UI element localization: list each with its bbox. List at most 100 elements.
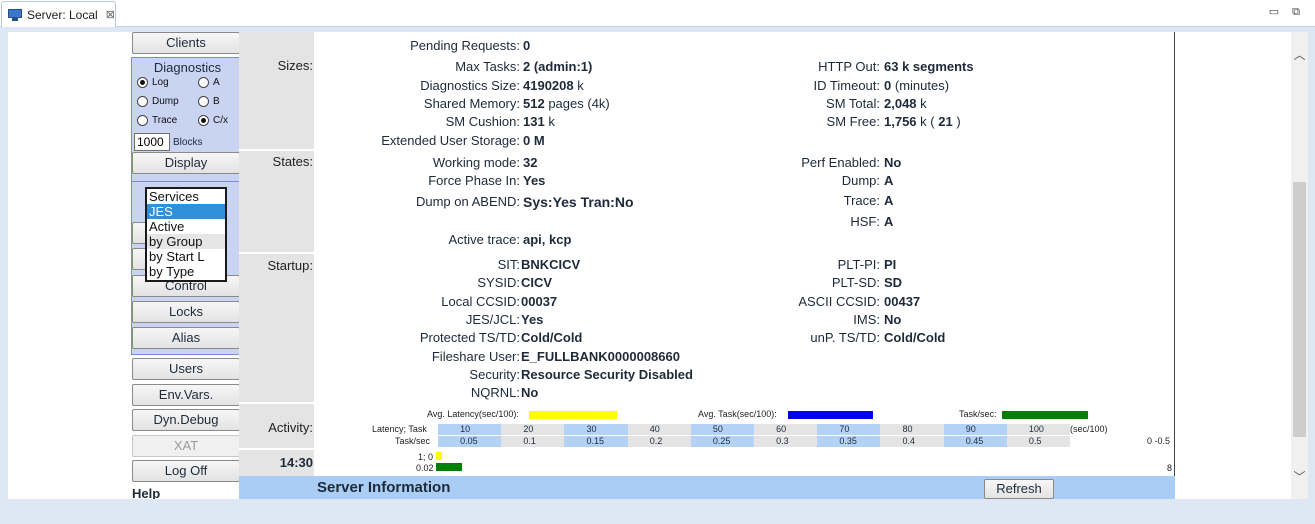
unp-ts-td-label: unP. TS/TD:	[810, 330, 880, 345]
sm-total-label: SM Total:	[826, 96, 880, 111]
diagnostics-size-label: Diagnostics Size:	[420, 78, 520, 93]
locks-button[interactable]: Locks	[132, 301, 240, 323]
shared-memory-value: 512 pages (4k)	[523, 96, 610, 111]
tasksec-range-note: 0 -0.5	[1147, 436, 1171, 446]
list-option-jes[interactable]: JES	[147, 204, 225, 219]
activity-label: Activity:	[268, 420, 313, 435]
latency-scale-tick: 90	[965, 424, 976, 434]
max-tasks-value: 2 (admin:1)	[523, 59, 593, 74]
sysid-value: CICV	[521, 275, 553, 290]
dyn-debug-button[interactable]: Dyn.Debug	[132, 409, 240, 431]
display-button[interactable]: Display	[132, 152, 240, 174]
xat-button: XAT	[132, 435, 240, 457]
radio-trace[interactable]: Trace	[137, 115, 177, 126]
tasksec-scale-tick: 0.5	[1028, 436, 1042, 446]
server-view-tab[interactable]: Server: Local ⊠	[1, 1, 116, 27]
users-button[interactable]: Users	[132, 358, 240, 380]
diagnostics-size-number: 4190208	[523, 78, 574, 93]
sm-total-number: 2,048	[884, 96, 917, 111]
tasksec-scale-tick: 0.1	[523, 436, 536, 446]
plt-pi-label: PLT-PI:	[837, 257, 880, 272]
avg-latency-legend: Avg. Latency(sec/100):	[427, 409, 519, 419]
list-option-active[interactable]: Active	[147, 219, 225, 234]
plt-sd-label: PLT-SD:	[831, 275, 880, 290]
scroll-up-icon[interactable]: ︿	[1291, 46, 1308, 63]
log-off-button[interactable]: Log Off	[132, 460, 240, 482]
sm-total-unit: k	[920, 96, 927, 111]
ims-label: IMS:	[853, 312, 880, 327]
services-listbox[interactable]: Services JES Active by Group by Start L …	[145, 187, 227, 282]
radio-a-label: A	[213, 77, 220, 88]
tasksec-scale-label: Task/sec	[395, 436, 431, 446]
ims-value: No	[884, 312, 902, 327]
tasksec-scale-tick: 0.15	[586, 436, 605, 446]
diagnostics-size-value: 4190208 k	[523, 78, 584, 93]
help-link[interactable]: Help	[132, 486, 160, 499]
list-option-by-start-l[interactable]: by Start L	[147, 249, 225, 264]
sm-free-number: 1,756	[884, 114, 917, 129]
list-option-by-group[interactable]: by Group	[147, 234, 225, 249]
radio-a[interactable]: A	[198, 77, 220, 88]
id-timeout-unit: (minutes)	[894, 78, 950, 93]
sm-free-unit-2: )	[956, 114, 961, 129]
sm-cushion-value: 131 k	[523, 114, 555, 129]
scrollbar-thumb[interactable]	[1293, 182, 1306, 437]
states-label: States:	[272, 154, 313, 169]
sm-cushion-unit: k	[548, 114, 555, 129]
pending-requests-label: Pending Requests:	[410, 38, 520, 53]
tasksec-scale-tick: 0.25	[712, 436, 731, 446]
radio-dump[interactable]: Dump	[137, 96, 179, 107]
minimize-icon[interactable]: ▭	[1266, 5, 1282, 19]
avg-task-legend: Avg. Task(sec/100):	[698, 409, 777, 419]
dump-value: A	[884, 173, 894, 188]
max-tasks-label: Max Tasks:	[455, 59, 520, 74]
blocks-input[interactable]	[134, 133, 170, 151]
section-label-column: Sizes: States: Startup: Activity: 14:30	[239, 32, 314, 499]
latency-scale-tick: 80	[902, 424, 913, 434]
radio-b[interactable]: B	[198, 96, 220, 107]
dump-on-abend-label: Dump on ABEND:	[415, 194, 520, 209]
tasksec-scale-tick: 0.05	[460, 436, 478, 446]
tab-title: Server: Local	[27, 7, 98, 22]
radio-cx-label: C/x	[213, 115, 228, 126]
perf-enabled-value: No	[884, 155, 902, 170]
hsf-label: HSF:	[850, 214, 880, 229]
force-phase-in-label: Force Phase In:	[428, 173, 520, 188]
scroll-down-icon[interactable]: ﹀	[1291, 468, 1308, 485]
latency-scale-label: Latency; Task	[372, 424, 427, 434]
radio-cx[interactable]: C/x	[198, 115, 228, 126]
list-option-services[interactable]: Services	[147, 189, 225, 204]
restore-icon[interactable]: ⧉	[1288, 5, 1304, 19]
section-divider	[239, 448, 314, 450]
dump-label: Dump:	[841, 173, 880, 188]
radio-dump-indicator	[137, 96, 148, 107]
http-out-label: HTTP Out:	[818, 59, 880, 74]
clients-button[interactable]: Clients	[132, 32, 240, 54]
vertical-scrollbar[interactable]: ︿ ﹀	[1291, 32, 1308, 499]
env-vars-button[interactable]: Env.Vars.	[132, 384, 240, 406]
security-label: Security:	[469, 367, 520, 382]
section-divider	[239, 149, 314, 151]
radio-b-label: B	[213, 96, 220, 107]
protected-ts-td-label: Protected TS/TD:	[419, 330, 520, 345]
bottom-strip	[0, 499, 1315, 524]
sizes-label: Sizes:	[277, 58, 313, 73]
perf-enabled-label: Perf Enabled:	[801, 155, 880, 170]
radio-trace-indicator	[137, 115, 148, 126]
alias-button[interactable]: Alias	[132, 327, 240, 349]
close-icon[interactable]: ⊠	[106, 8, 115, 21]
radio-b-indicator	[198, 96, 209, 107]
current-tasksec-label: 0.02	[416, 463, 434, 473]
diagnostics-title: Diagnostics	[153, 60, 222, 75]
task-sec-swatch	[1002, 411, 1088, 419]
latency-scale-tick: 60	[776, 424, 787, 434]
sysid-label: SYSID:	[477, 275, 520, 290]
radio-log[interactable]: Log	[137, 77, 169, 88]
current-latency-label: 1; 0	[418, 452, 434, 462]
list-option-by-type[interactable]: by Type	[147, 264, 225, 279]
refresh-button[interactable]: Refresh	[984, 479, 1054, 499]
force-phase-in-value: Yes	[523, 173, 546, 188]
view-tab-bar: Server: Local ⊠ ▭ ⧉	[0, 0, 1315, 27]
tasksec-scale-tick: 0.3	[776, 436, 789, 446]
tasksec-scale: 0.05 0.1 0.15 0.2 0.25 0.3 0.35 0.4 0.45 0.5	[438, 436, 1070, 447]
